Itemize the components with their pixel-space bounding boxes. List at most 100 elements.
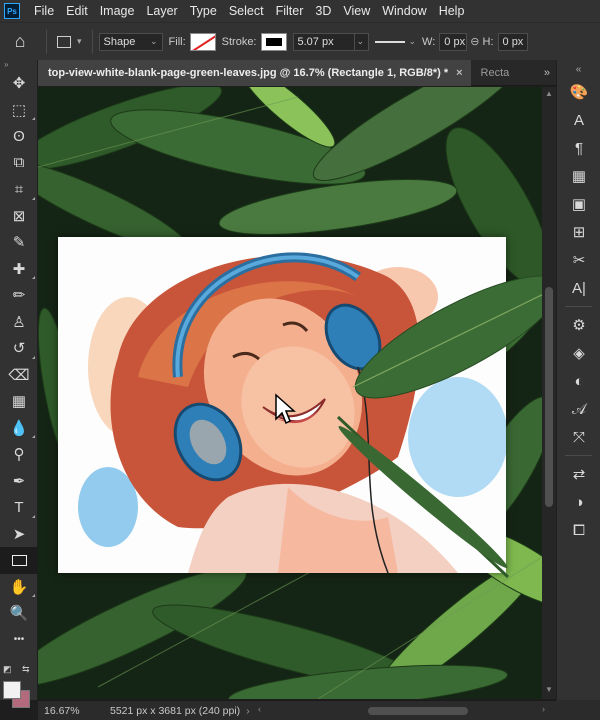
- clone-stamp-icon[interactable]: ♙: [0, 309, 38, 336]
- path-select-icon[interactable]: ➤: [0, 521, 38, 548]
- scroll-down-icon[interactable]: ▼: [545, 685, 553, 694]
- menu-select[interactable]: Select: [223, 4, 270, 18]
- scroll-up-icon[interactable]: ▲: [545, 89, 553, 98]
- tool-group-corner-icon: [32, 276, 35, 279]
- foreground-color-swatch[interactable]: [3, 681, 21, 699]
- tool-group-corner-icon: [32, 196, 35, 200]
- hand-icon[interactable]: ✋: [0, 574, 38, 601]
- grid-icon[interactable]: ⊞: [557, 218, 600, 246]
- status-bar: 16.67% 5521 px x 3681 px (240 ppi) › ‹ ›: [38, 700, 556, 720]
- menu-help[interactable]: Help: [433, 4, 471, 18]
- dock-collapse-icon[interactable]: «: [557, 60, 600, 78]
- lasso-icon[interactable]: ʘ: [0, 123, 38, 150]
- menu-type[interactable]: Type: [184, 4, 223, 18]
- mode-select[interactable]: Shape ⌄: [98, 32, 163, 51]
- menu-layer[interactable]: Layer: [140, 4, 183, 18]
- document-canvas[interactable]: [38, 87, 542, 699]
- document-info[interactable]: 5521 px x 3681 px (240 ppi): [96, 705, 240, 717]
- tab-document-inactive[interactable]: Recta: [471, 67, 520, 79]
- menu-3d[interactable]: 3D: [309, 4, 337, 18]
- rectangle-shape-icon: [11, 554, 27, 566]
- eyedropper-icon[interactable]: ✎: [0, 229, 38, 256]
- brush-icon[interactable]: ✏: [0, 282, 38, 309]
- more-tools-icon[interactable]: •••: [0, 627, 38, 654]
- chevron-down-icon: ⌄: [356, 36, 365, 46]
- tool-group-corner-icon: [32, 514, 35, 518]
- crop-icon[interactable]: ⌗: [0, 176, 38, 203]
- tab-document-active[interactable]: top-view-white-blank-page-green-leaves.j…: [38, 59, 471, 86]
- move-icon[interactable]: ✥: [0, 70, 38, 97]
- marquee-icon[interactable]: ⬚: [0, 97, 38, 124]
- mode-value: Shape: [103, 35, 136, 48]
- frame-icon[interactable]: ⊠: [0, 203, 38, 230]
- history-brush-icon[interactable]: ↺: [0, 335, 38, 362]
- menu-edit[interactable]: Edit: [60, 4, 94, 18]
- healing-brush-icon[interactable]: ✚: [0, 256, 38, 283]
- color-icon[interactable]: 🎨: [557, 78, 600, 106]
- stroke-swatch[interactable]: [260, 32, 287, 51]
- pen-icon[interactable]: ✒: [0, 468, 38, 495]
- move-icon-glyph: ✥: [12, 75, 26, 93]
- type-icon[interactable]: T: [0, 494, 38, 521]
- zoom-level[interactable]: 16.67%: [38, 705, 96, 717]
- fill-swatch[interactable]: [189, 32, 216, 51]
- dodge-icon[interactable]: ⚲: [0, 441, 38, 468]
- tool-preset-picker[interactable]: ▾: [53, 35, 86, 48]
- menu-view[interactable]: View: [337, 4, 376, 18]
- menu-file[interactable]: File: [28, 4, 60, 18]
- tabs-overflow-icon[interactable]: »: [544, 67, 550, 79]
- menu-window[interactable]: Window: [376, 4, 432, 18]
- rectangle-icon[interactable]: [0, 547, 38, 574]
- swatches-icon[interactable]: ▦: [557, 162, 600, 190]
- character-style-icon[interactable]: A: [557, 106, 600, 134]
- libraries-icon[interactable]: ⧠: [557, 516, 600, 544]
- history-icon[interactable]: ⇄: [557, 460, 600, 488]
- healing-brush-icon-glyph: ✚: [12, 260, 26, 278]
- zoom-icon[interactable]: 🔍: [0, 600, 38, 627]
- menu-image[interactable]: Image: [94, 4, 141, 18]
- stroke-width-dropdown[interactable]: ⌄: [354, 32, 369, 51]
- gradient-panel-icon[interactable]: ▣: [557, 190, 600, 218]
- menu-bar: Ps File Edit Image Layer Type Select Filter 3D V…: [0, 0, 600, 22]
- gradient-icon[interactable]: ▦: [0, 388, 38, 415]
- stroke-line-preview: [374, 40, 405, 43]
- swap-colors-icon[interactable]: ⇆: [22, 664, 30, 675]
- object-select-icon[interactable]: ⧉: [0, 150, 38, 177]
- blur-icon[interactable]: 💧: [0, 415, 38, 442]
- character-icon[interactable]: 𝒜: [557, 395, 600, 423]
- vertical-scrollbar[interactable]: ▲ ▼: [542, 87, 556, 699]
- scrollbar-thumb[interactable]: [545, 287, 553, 507]
- channels-icon[interactable]: ◐: [557, 367, 600, 395]
- home-icon[interactable]: ⌂: [0, 23, 40, 60]
- tool-group-corner-icon: [32, 117, 35, 120]
- stroke-type-select[interactable]: ⌄: [374, 36, 416, 47]
- toolbar-collapse-icon[interactable]: »: [0, 60, 37, 70]
- status-menu-icon[interactable]: ›: [246, 705, 250, 717]
- crop-icon-glyph: ⌗: [14, 180, 24, 198]
- layers-icon[interactable]: ◈: [557, 339, 600, 367]
- history-brush-icon-glyph: ↺: [12, 340, 26, 358]
- height-input[interactable]: 0 px: [497, 32, 528, 51]
- paragraph-icon[interactable]: ¶: [557, 134, 600, 162]
- link-icon[interactable]: ⊖: [470, 35, 479, 48]
- width-input[interactable]: 0 px: [439, 32, 468, 51]
- rectangle-preset-icon: [57, 35, 71, 48]
- more-tools-icon-glyph: •••: [13, 634, 25, 646]
- adjustments-icon[interactable]: ⚙: [557, 311, 600, 339]
- glyph-icon[interactable]: A|: [557, 274, 600, 302]
- horizontal-scrollbar-thumb[interactable]: [368, 707, 468, 715]
- tool-group-corner-icon: [32, 594, 35, 597]
- scroll-left-icon[interactable]: ‹: [258, 704, 261, 714]
- stroke-width-input[interactable]: 5.07 px: [292, 32, 355, 51]
- panel-icon-list: 🎨 A ¶ ▦ ▣ ⊞ ✂ A| ⚙ ◈ ◐ 𝒜 ⤧ ⇄ ◑ ⧠: [557, 78, 600, 544]
- default-colors-icon[interactable]: ◩: [3, 664, 12, 675]
- close-icon[interactable]: ×: [456, 67, 462, 79]
- tools-icon[interactable]: ✂: [557, 246, 600, 274]
- scroll-right-icon[interactable]: ›: [542, 704, 545, 714]
- eraser-icon[interactable]: ⌫: [0, 362, 38, 389]
- panel-divider: [565, 455, 592, 456]
- properties-icon[interactable]: ◑: [557, 488, 600, 516]
- height-label: H:: [482, 35, 494, 48]
- menu-filter[interactable]: Filter: [270, 4, 310, 18]
- paths-icon[interactable]: ⤧: [557, 423, 600, 451]
